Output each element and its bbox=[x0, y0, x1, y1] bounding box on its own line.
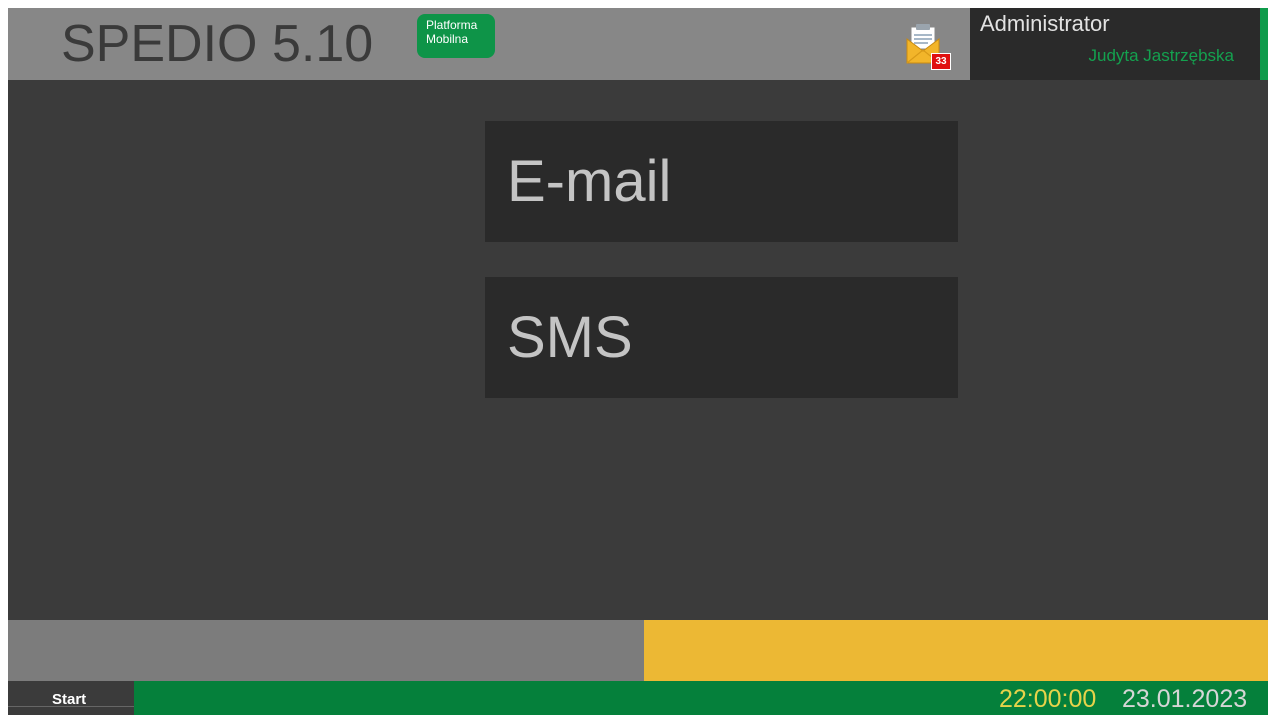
platform-badge-line2: Mobilna bbox=[426, 32, 469, 46]
sms-button-label: SMS bbox=[507, 305, 633, 370]
platform-badge-line1: Platforma bbox=[426, 18, 478, 32]
unread-count-badge: 33 bbox=[931, 53, 951, 70]
clock-date: 23.01.2023 bbox=[1122, 685, 1248, 713]
mobile-platform-badge[interactable]: Platforma Mobilna bbox=[417, 14, 495, 58]
email-button-label: E-mail bbox=[507, 149, 672, 214]
user-accent-stripe bbox=[1260, 8, 1268, 80]
user-name: Judyta Jastrzębska bbox=[1088, 46, 1234, 65]
app-title: SPEDIO 5.10 bbox=[61, 15, 374, 73]
user-role: Administrator bbox=[980, 11, 1110, 36]
clock-time: 22:00:00 bbox=[999, 685, 1097, 713]
user-panel[interactable]: Administrator Judyta Jastrzębska bbox=[970, 8, 1260, 80]
taskbar: Start 22:00:00 23.01.2023 bbox=[8, 681, 1268, 715]
start-button[interactable]: Start bbox=[8, 681, 134, 715]
header-bar: SPEDIO 5.10 Platforma Mobilna 33 Adminis… bbox=[8, 8, 1268, 80]
status-strip-left bbox=[8, 620, 644, 681]
email-button[interactable]: E-mail bbox=[485, 121, 958, 242]
unread-count: 33 bbox=[935, 56, 947, 67]
mail-notification-button[interactable]: 33 bbox=[904, 23, 951, 70]
app-window: SPEDIO 5.10 Platforma Mobilna 33 Adminis… bbox=[8, 8, 1268, 715]
sms-button[interactable]: SMS bbox=[485, 277, 958, 398]
status-strip-right bbox=[644, 620, 1268, 681]
